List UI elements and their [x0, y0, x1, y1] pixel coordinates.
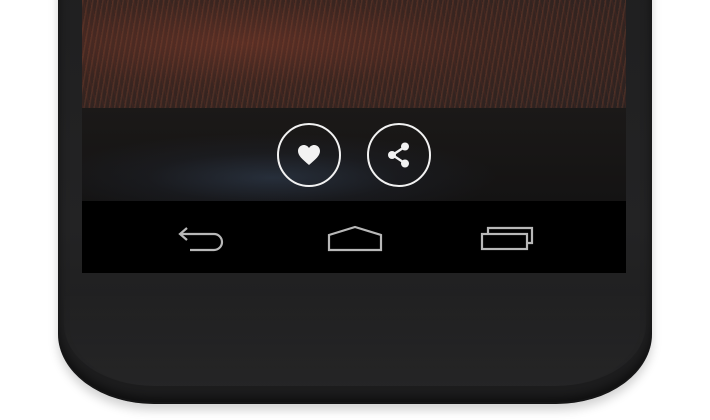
background-photo	[82, 0, 626, 108]
phone-screen	[82, 0, 626, 273]
stage	[0, 0, 710, 420]
recent-apps-button[interactable]	[472, 219, 542, 259]
share-icon	[388, 142, 409, 168]
photo-overlay	[82, 108, 626, 201]
navigation-bar	[82, 201, 626, 273]
home-icon	[327, 225, 383, 252]
share-button[interactable]	[367, 123, 431, 187]
recent-apps-icon	[480, 226, 534, 251]
home-button[interactable]	[320, 219, 390, 259]
heart-icon	[298, 145, 320, 165]
like-button[interactable]	[277, 123, 341, 187]
back-arrow-icon	[178, 227, 224, 252]
back-button[interactable]	[168, 219, 238, 259]
